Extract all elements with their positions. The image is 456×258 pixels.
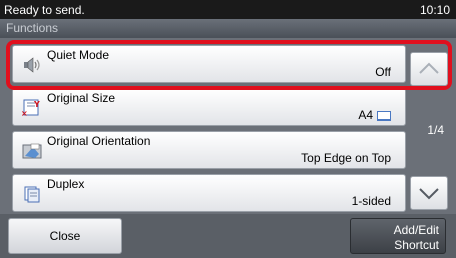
chevron-down-icon bbox=[419, 188, 439, 200]
original-size-icon: × Y bbox=[21, 99, 43, 118]
scroll-up-button[interactable] bbox=[410, 52, 448, 86]
shortcut-label: Shortcut bbox=[394, 238, 439, 252]
status-bar: Ready to send. 10:10 bbox=[0, 0, 456, 19]
original-orientation-value: Top Edge on Top bbox=[301, 151, 391, 165]
original-orientation-item[interactable]: Original Orientation Top Edge on Top bbox=[12, 131, 406, 169]
page-indicator: 1/4 bbox=[427, 123, 444, 137]
title-bar: Functions bbox=[0, 19, 456, 38]
duplex-label: Duplex bbox=[47, 177, 85, 191]
add-edit-shortcut-button[interactable]: Add/Edit Shortcut bbox=[350, 218, 446, 254]
add-edit-label: Add/Edit bbox=[393, 223, 439, 237]
original-size-item[interactable]: × Y Original Size A4 bbox=[12, 88, 406, 126]
orientation-icon bbox=[21, 142, 43, 160]
svg-text:Y: Y bbox=[33, 100, 40, 109]
close-button-label: Close bbox=[49, 229, 81, 243]
duplex-item[interactable]: Duplex 1-sided bbox=[12, 174, 406, 212]
clock: 10:10 bbox=[419, 3, 450, 17]
scroll-down-button[interactable] bbox=[410, 176, 448, 210]
duplex-icon bbox=[21, 185, 43, 203]
close-button[interactable]: Close bbox=[8, 218, 122, 254]
paper-orientation-icon bbox=[377, 110, 391, 121]
original-orientation-label: Original Orientation bbox=[47, 134, 151, 148]
duplex-value: 1-sided bbox=[351, 194, 391, 208]
original-size-value: A4 bbox=[358, 108, 391, 122]
page-title: Functions bbox=[6, 21, 59, 35]
original-size-label: Original Size bbox=[47, 91, 116, 105]
highlight-frame bbox=[6, 40, 452, 90]
chevron-up-icon bbox=[419, 62, 439, 74]
svg-text:×: × bbox=[21, 109, 28, 117]
status-message: Ready to send. bbox=[4, 3, 85, 17]
